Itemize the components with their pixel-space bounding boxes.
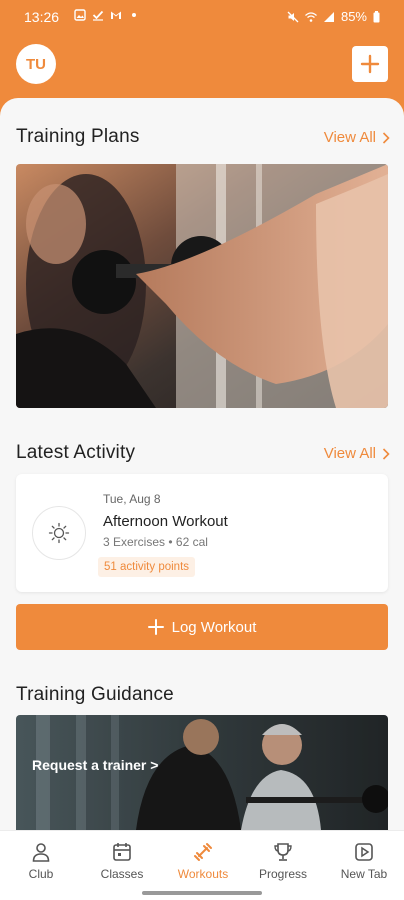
app-header: TU — [0, 34, 404, 100]
mute-icon — [287, 11, 299, 22]
plus-icon — [360, 54, 380, 74]
training-plans-view-all[interactable]: View All — [324, 129, 390, 146]
request-trainer-label: Request a trainer > — [32, 757, 159, 773]
request-trainer-banner[interactable]: Request a trainer > — [16, 715, 388, 830]
add-button[interactable] — [352, 46, 388, 82]
nav-label: Workouts — [177, 867, 229, 881]
system-icons: 85% — [287, 9, 380, 24]
home-indicator[interactable] — [142, 891, 262, 895]
signal-icon — [323, 11, 334, 22]
nav-label: New Tab — [340, 867, 388, 881]
status-time: 13:26 — [24, 9, 60, 25]
activity-points-badge: 51 activity points — [98, 557, 196, 577]
activity-meta: 3 Exercises • 62 cal — [103, 535, 208, 549]
check-icon — [92, 10, 104, 21]
bottom-nav: Club Classes Workouts Progress New Tab — [0, 830, 404, 900]
nav-label: Club — [28, 867, 54, 881]
plus-icon — [147, 619, 164, 635]
gym-dumbbell-photo — [16, 164, 388, 408]
calendar-icon — [113, 843, 131, 861]
nav-item-workouts[interactable]: Workouts — [163, 841, 243, 881]
training-plans-title: Training Plans — [16, 126, 140, 147]
play-icon — [355, 843, 373, 861]
activity-card[interactable]: Tue, Aug 8 Afternoon Workout 3 Exercises… — [16, 474, 388, 592]
view-all-label: View All — [323, 129, 376, 146]
nav-label: Classes — [100, 867, 144, 881]
avatar[interactable]: TU — [16, 44, 56, 84]
activity-date: Tue, Aug 8 — [103, 492, 161, 506]
nav-label: Progress — [258, 867, 308, 881]
nav-item-progress[interactable]: Progress — [243, 841, 323, 881]
gmail-icon — [111, 11, 121, 19]
status-bar: 13:26 85% — [0, 0, 404, 34]
log-workout-label: Log Workout — [171, 618, 257, 636]
view-all-label: View All — [323, 445, 376, 462]
chevron-right-icon — [382, 447, 390, 460]
latest-activity-title: Latest Activity — [16, 442, 136, 463]
nav-item-new-tab[interactable]: New Tab — [324, 841, 404, 881]
nav-item-classes[interactable]: Classes — [82, 841, 162, 881]
log-workout-button[interactable]: Log Workout — [16, 604, 388, 650]
nav-item-club[interactable]: Club — [1, 841, 81, 881]
notification-icons — [74, 9, 140, 21]
battery-percent: 85% — [340, 9, 367, 24]
training-plan-image[interactable] — [16, 164, 388, 408]
activity-icon-container — [32, 506, 86, 560]
main-content: Training Plans View All Latest Activity … — [0, 98, 404, 830]
trophy-icon — [274, 843, 292, 861]
person-icon — [32, 843, 50, 862]
dumbbell-icon — [194, 843, 212, 861]
dot-icon — [132, 13, 136, 17]
activity-title: Afternoon Workout — [103, 513, 228, 530]
battery-icon — [373, 10, 380, 22]
wifi-icon — [305, 11, 317, 22]
chevron-right-icon — [382, 131, 390, 144]
sun-icon — [48, 522, 70, 544]
image-icon — [74, 9, 86, 21]
latest-activity-view-all[interactable]: View All — [324, 445, 390, 462]
training-guidance-title: Training Guidance — [16, 684, 174, 705]
